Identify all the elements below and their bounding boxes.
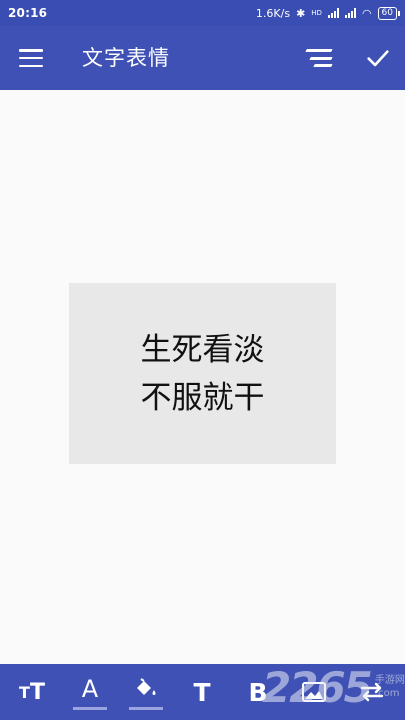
sticker-line-2: 不服就干	[140, 379, 265, 416]
text-align-icon[interactable]	[302, 46, 333, 70]
editor-canvas: 生死看淡 不服就干	[0, 90, 405, 664]
signal-icon-2	[344, 8, 356, 18]
watermark-logo: 2265	[262, 662, 373, 712]
fill-bucket-icon[interactable]	[124, 664, 168, 720]
net-speed: 1.6K/s	[255, 6, 291, 20]
signal-icon	[327, 8, 339, 18]
sticker-line-1: 生死看淡	[140, 331, 265, 368]
watermark-site-line-2: .com	[374, 688, 400, 699]
page-title: 文字表情	[82, 46, 170, 70]
check-icon[interactable]	[364, 44, 392, 72]
font-icon[interactable]: T	[180, 664, 224, 720]
text-size-icon[interactable]: TT	[10, 664, 54, 720]
text-color-icon[interactable]: A	[68, 664, 112, 720]
sticker-preview[interactable]: 生死看淡 不服就干	[69, 283, 336, 464]
status-time: 20:16	[8, 6, 48, 20]
wifi-icon: ◠	[361, 6, 372, 20]
app-bar: 文字表情	[0, 26, 405, 90]
network-badge: HD	[311, 9, 322, 17]
watermark-site-line-1: 手游网	[374, 675, 405, 686]
site-watermark: 2265 手游网 .com	[262, 654, 405, 720]
menu-icon[interactable]	[16, 46, 46, 70]
bluetooth-icon: ✱	[296, 6, 306, 20]
status-icons: 1.6K/s ✱ HD ◠ 60	[255, 6, 401, 20]
battery-icon: 60	[377, 6, 401, 20]
status-bar: 20:16 1.6K/s ✱ HD ◠ 60	[0, 0, 405, 26]
